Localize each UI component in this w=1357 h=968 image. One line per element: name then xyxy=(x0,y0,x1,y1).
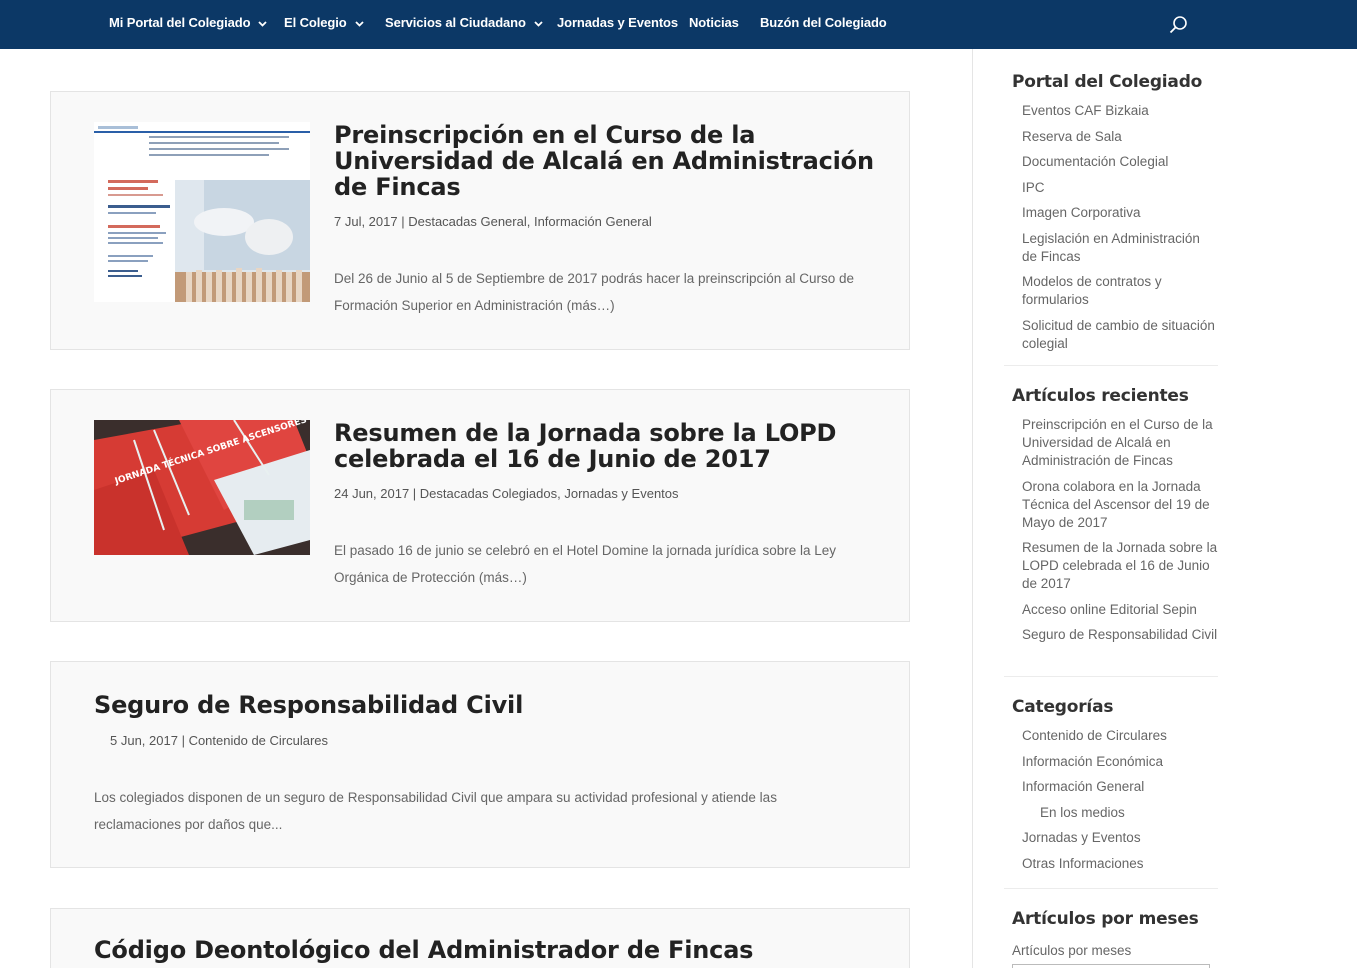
recent-post-link[interactable]: Acceso online Editorial Sepin xyxy=(1022,601,1218,619)
category-link[interactable]: Información General xyxy=(534,214,652,229)
widget-separator xyxy=(1004,676,1218,677)
nav-item-servicios[interactable]: Servicios al Ciudadano xyxy=(385,15,543,30)
categories-list: Contenido de Circulares Información Econ… xyxy=(1022,727,1218,880)
sidebar-divider xyxy=(972,49,973,968)
sidebar-link[interactable]: Solicitud de cambio de situación colegia… xyxy=(1022,317,1218,353)
archive-select[interactable] xyxy=(1012,964,1210,968)
nav-item-label: Servicios al Ciudadano xyxy=(385,15,526,30)
nav-item-label: Jornadas y Eventos xyxy=(557,15,679,30)
category-link[interactable]: En los medios xyxy=(1022,804,1218,822)
widget-title-archive: Artículos por meses xyxy=(1012,909,1199,929)
post-date: 24 Jun, 2017 xyxy=(334,486,410,501)
post-excerpt: El pasado 16 de junio se celebró en el H… xyxy=(334,543,837,585)
recent-posts-list: Preinscripción en el Curso de la Univers… xyxy=(1022,416,1218,652)
category-link[interactable]: Información Económica xyxy=(1022,753,1218,771)
archive-label: Artículos por meses xyxy=(1012,943,1132,958)
post-meta: 24 Jun, 2017 | Destacadas Colegiados, Jo… xyxy=(334,486,679,501)
post-title[interactable]: Preinscripción en el Curso de la Univers… xyxy=(334,122,874,200)
chevron-down-icon xyxy=(354,20,364,27)
category-link[interactable]: Información General xyxy=(1022,778,1218,796)
sidebar-link[interactable]: Eventos CAF Bizkaia xyxy=(1022,102,1218,120)
widget-title-portal: Portal del Colegiado xyxy=(1012,72,1203,92)
post-thumbnail[interactable]: JORNADA TÉCNICA SOBRE ASCENSORES xyxy=(94,420,310,555)
category-link[interactable]: Jornadas y Eventos xyxy=(1022,829,1218,847)
sidebar-link[interactable]: Modelos de contratos y formularios xyxy=(1022,273,1218,309)
post-title[interactable]: Seguro de Responsabilidad Civil xyxy=(94,692,854,718)
nav-item-jornadas[interactable]: Jornadas y Eventos xyxy=(557,15,678,30)
nav-item-label: El Colegio xyxy=(284,15,347,30)
recent-post-link[interactable]: Resumen de la Jornada sobre la LOPD cele… xyxy=(1022,539,1218,593)
recent-post-link[interactable]: Preinscripción en el Curso de la Univers… xyxy=(1022,416,1218,470)
category-link[interactable]: Jornadas y Eventos xyxy=(564,486,678,501)
search-icon[interactable] xyxy=(1169,15,1189,35)
chevron-down-icon xyxy=(534,20,543,27)
post-card: Preinscripción en el Curso de la Univers… xyxy=(50,91,910,350)
widget-separator xyxy=(1004,365,1218,366)
sidebar-link[interactable]: Imagen Corporativa xyxy=(1022,204,1218,222)
widget-separator xyxy=(1004,888,1218,889)
booklets-image: JORNADA TÉCNICA SOBRE ASCENSORES xyxy=(94,420,310,555)
sidebar-link[interactable]: IPC xyxy=(1022,179,1218,197)
nav-item-label: Noticias xyxy=(689,15,739,30)
post-card: Código Deontológico del Administrador de… xyxy=(50,908,910,968)
post-thumbnail[interactable] xyxy=(94,122,310,302)
category-link[interactable]: Destacadas General xyxy=(408,214,527,229)
sidebar-link[interactable]: Reserva de Sala xyxy=(1022,128,1218,146)
post-meta: 7 Jul, 2017 | Destacadas General, Inform… xyxy=(334,214,652,229)
portal-links-list: Eventos CAF Bizkaia Reserva de Sala Docu… xyxy=(1022,102,1218,360)
nav-item-el-colegio[interactable]: El Colegio xyxy=(284,15,364,30)
brochure-image xyxy=(94,122,310,302)
nav-item-mi-portal[interactable]: Mi Portal del Colegiado xyxy=(109,15,268,30)
category-link[interactable]: Contenido de Circulares xyxy=(189,733,328,748)
post-date: 7 Jul, 2017 xyxy=(334,214,398,229)
chevron-down-icon xyxy=(258,20,268,27)
sidebar-link[interactable]: Legislación en Administración de Fincas xyxy=(1022,230,1218,266)
nav-item-buzon[interactable]: Buzón del Colegiado xyxy=(760,15,887,30)
post-meta: 5 Jun, 2017 | Contenido de Circulares xyxy=(110,733,329,748)
post-card: Seguro de Responsabilidad Civil 5 Jun, 2… xyxy=(50,661,910,868)
post-date: 5 Jun, 2017 xyxy=(110,733,178,748)
sidebar-link[interactable]: Documentación Colegial xyxy=(1022,153,1218,171)
post-excerpt: Los colegiados disponen de un seguro de … xyxy=(94,790,777,832)
post-excerpt: Del 26 de Junio al 5 de Septiembre de 20… xyxy=(334,271,855,313)
nav-item-noticias[interactable]: Noticias xyxy=(689,15,739,30)
nav-item-label: Mi Portal del Colegiado xyxy=(109,15,251,30)
post-title[interactable]: Código Deontológico del Administrador de… xyxy=(94,937,874,963)
nav-item-label: Buzón del Colegiado xyxy=(760,15,887,30)
category-link[interactable]: Destacadas Colegiados xyxy=(420,486,557,501)
top-navigation-bar: Mi Portal del Colegiado El Colegio Servi… xyxy=(0,0,1357,49)
post-title[interactable]: Resumen de la Jornada sobre la LOPD cele… xyxy=(334,420,874,472)
category-link[interactable]: Contenido de Circulares xyxy=(1022,727,1218,745)
recent-post-link[interactable]: Orona colabora en la Jornada Técnica del… xyxy=(1022,478,1218,532)
recent-post-link[interactable]: Seguro de Responsabilidad Civil xyxy=(1022,626,1218,644)
widget-title-categories: Categorías xyxy=(1012,697,1114,717)
widget-title-recent: Artículos recientes xyxy=(1012,386,1189,406)
post-card: JORNADA TÉCNICA SOBRE ASCENSORES Resumen… xyxy=(50,389,910,622)
category-link[interactable]: Otras Informaciones xyxy=(1022,855,1218,873)
